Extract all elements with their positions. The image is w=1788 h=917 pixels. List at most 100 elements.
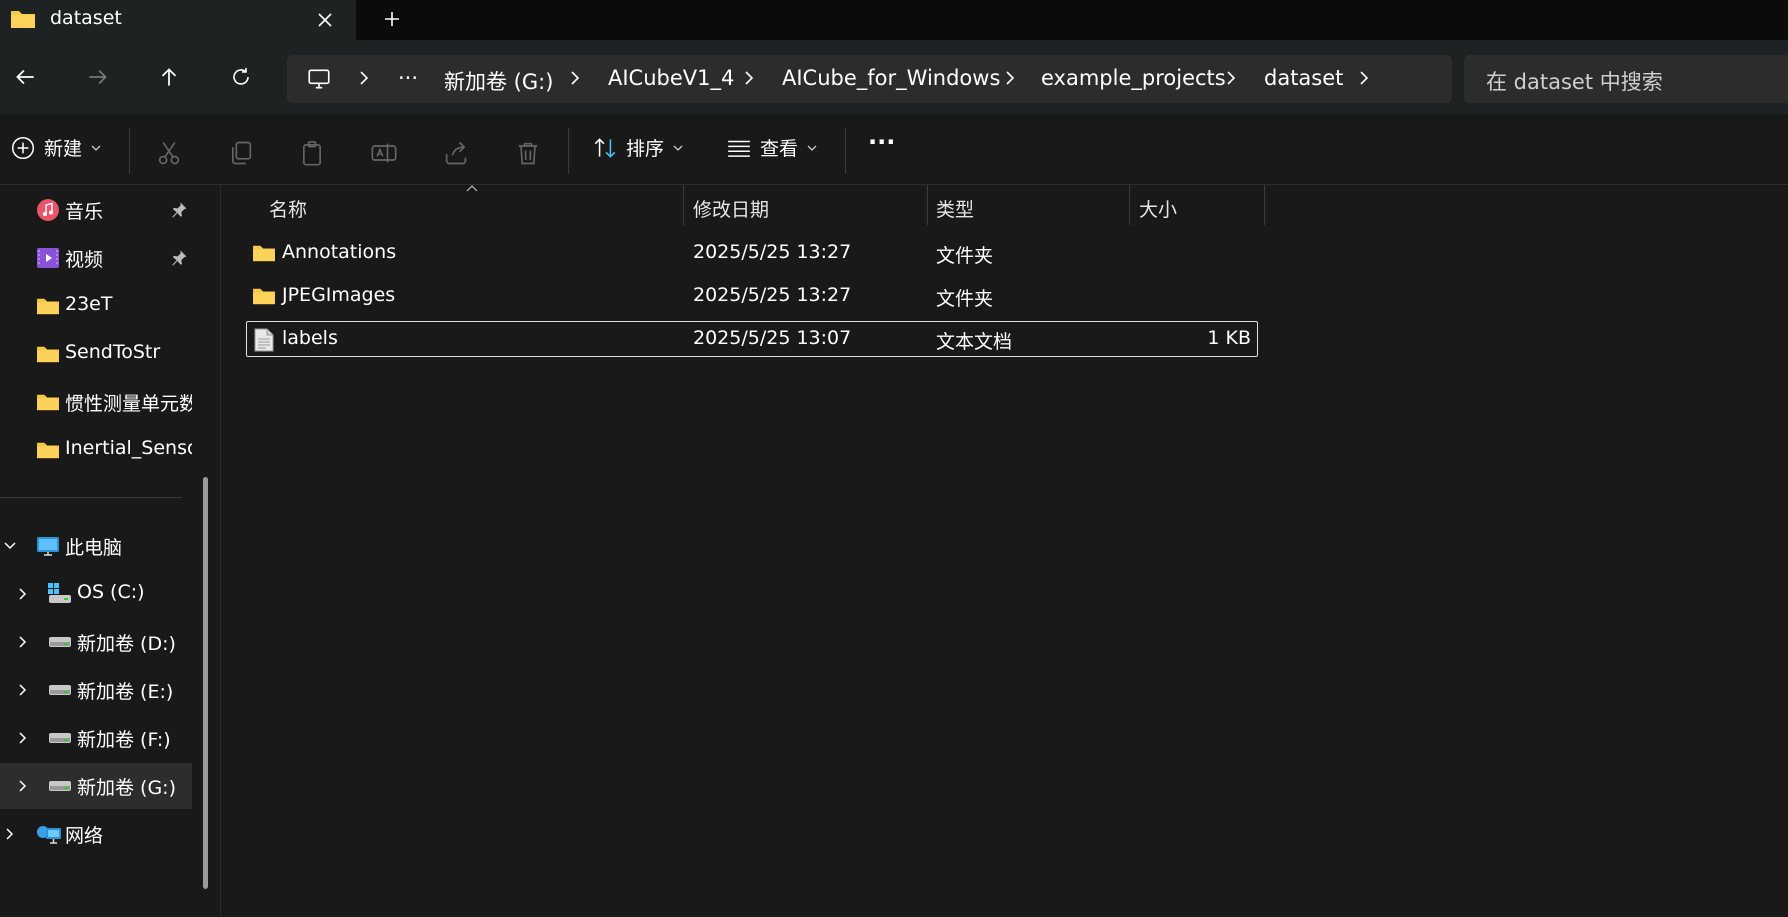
file-name: Annotations (282, 241, 397, 263)
sidebar-item-label: 音乐 (65, 201, 104, 223)
arrow-up-icon (156, 64, 182, 90)
file-row[interactable]: Annotations 2025/5/25 13:27 文件夹 (246, 235, 1258, 271)
file-type: 文件夹 (936, 288, 994, 310)
refresh-button[interactable] (221, 57, 261, 97)
rename-icon[interactable] (370, 139, 398, 167)
delete-icon[interactable] (514, 139, 542, 167)
column-header-type[interactable]: 类型 (936, 195, 974, 222)
sidebar-item-drive-d[interactable]: 新加卷 (D:) (0, 619, 192, 665)
folder-icon (36, 296, 60, 316)
sidebar-item-imu-data[interactable]: 惯性测量单元数据 (0, 379, 192, 425)
column-divider[interactable] (1129, 185, 1130, 225)
drive-icon (48, 683, 72, 697)
column-divider[interactable] (927, 185, 928, 225)
monitor-icon (36, 534, 60, 558)
chevron-right-icon[interactable] (15, 634, 31, 650)
list-view-icon (726, 135, 752, 161)
sidebar-divider (0, 497, 182, 498)
chevron-right-icon[interactable] (15, 586, 31, 602)
new-tab-icon[interactable] (380, 7, 404, 31)
sidebar-item-label: 新加卷 (G:) (77, 777, 176, 799)
sidebar-item-label: 23eT (65, 293, 113, 315)
sort-ascending-icon (466, 184, 478, 192)
search-input[interactable]: 在 dataset 中搜索 (1486, 66, 1663, 96)
tab-title: dataset (50, 7, 122, 29)
chevron-down-icon (672, 142, 684, 154)
file-row[interactable]: labels 2025/5/25 13:07 文本文档 1 KB (246, 321, 1258, 357)
file-name: labels (282, 327, 338, 349)
back-button[interactable] (5, 57, 45, 97)
more-options-button[interactable]: ··· (868, 128, 895, 156)
breadcrumb-item[interactable]: 新加卷 (G:) (444, 66, 553, 96)
up-button[interactable] (149, 57, 189, 97)
sidebar-item-drive-e[interactable]: 新加卷 (E:) (0, 667, 192, 713)
sidebar-item-label: 网络 (65, 825, 104, 847)
column-divider[interactable] (1264, 185, 1265, 225)
sort-label: 排序 (626, 138, 665, 160)
file-modified: 2025/5/25 13:27 (693, 284, 852, 306)
toolbar-divider (568, 128, 569, 174)
file-size: 1 KB (1207, 327, 1251, 349)
sidebar-item-drive-g[interactable]: 新加卷 (G:) (0, 763, 192, 809)
sidebar-item-drive-f[interactable]: 新加卷 (F:) (0, 715, 192, 761)
pin-icon[interactable] (170, 201, 188, 219)
chevron-right-icon[interactable] (1356, 68, 1372, 88)
breadcrumb-item[interactable]: AICubeV1_4 (608, 66, 734, 90)
chevron-down-icon[interactable] (2, 538, 18, 554)
forward-button[interactable] (78, 57, 118, 97)
file-name: JPEGImages (282, 284, 396, 306)
sidebar-scrollbar[interactable] (203, 477, 208, 889)
sort-button[interactable]: 排序 (592, 134, 684, 161)
folder-icon (36, 392, 60, 412)
close-tab-icon[interactable] (313, 8, 337, 32)
computer-icon[interactable] (306, 66, 332, 92)
file-modified: 2025/5/25 13:07 (693, 327, 852, 349)
sidebar-item-label: SendToStr (65, 341, 161, 363)
copy-icon[interactable] (227, 139, 255, 167)
sidebar-item-drive-c[interactable]: OS (C:) (0, 571, 192, 617)
add-circle-icon (10, 135, 36, 161)
column-header-size[interactable]: 大小 (1139, 195, 1177, 222)
chevron-right-icon (567, 68, 583, 88)
share-icon[interactable] (442, 139, 470, 167)
sidebar-item-label: 视频 (65, 249, 104, 271)
text-file-icon (254, 328, 274, 352)
chevron-down-icon (806, 142, 818, 154)
paste-icon[interactable] (298, 139, 326, 167)
column-header-name[interactable]: 名称 (269, 195, 307, 222)
sidebar-item-sendtostr[interactable]: SendToStr (0, 331, 192, 377)
sidebar-item-music[interactable]: 音乐 (0, 187, 192, 233)
sidebar-item-videos[interactable]: 视频 (0, 235, 192, 281)
new-button[interactable]: 新建 (10, 134, 102, 161)
chevron-right-icon (356, 68, 372, 88)
file-type: 文件夹 (936, 245, 994, 267)
sidebar-item-23et[interactable]: 23eT (0, 283, 192, 329)
sidebar-item-network[interactable]: 网络 (0, 811, 192, 857)
pin-icon[interactable] (170, 249, 188, 267)
chevron-right-icon (1223, 68, 1239, 88)
breadcrumb-item[interactable]: dataset (1264, 66, 1343, 90)
drive-icon (48, 635, 72, 649)
sidebar-item-label: 新加卷 (E:) (77, 681, 174, 703)
drive-icon (48, 779, 72, 793)
cut-icon[interactable] (155, 139, 183, 167)
network-icon (36, 822, 62, 846)
chevron-right-icon[interactable] (15, 778, 31, 794)
breadcrumb-item[interactable]: AICube_for_Windows (782, 66, 1000, 90)
os-drive-icon (48, 583, 72, 605)
breadcrumb-item[interactable]: example_projects (1041, 66, 1226, 90)
view-button[interactable]: 查看 (726, 134, 818, 161)
folder-icon (10, 8, 36, 30)
chevron-right-icon[interactable] (2, 826, 18, 842)
chevron-right-icon[interactable] (15, 682, 31, 698)
column-header-modified[interactable]: 修改日期 (693, 195, 769, 222)
file-row[interactable]: JPEGImages 2025/5/25 13:27 文件夹 (246, 278, 1258, 314)
refresh-icon (229, 65, 253, 89)
sidebar-item-this-pc[interactable]: 此电脑 (0, 523, 192, 569)
sidebar-item-inertial-sensor[interactable]: Inertial_Sensor (0, 427, 192, 473)
breadcrumb-overflow[interactable]: ··· (398, 66, 418, 90)
arrow-left-icon (12, 64, 38, 90)
chevron-right-icon[interactable] (15, 730, 31, 746)
column-divider[interactable] (683, 185, 684, 225)
sidebar-item-label: 新加卷 (D:) (77, 633, 176, 655)
